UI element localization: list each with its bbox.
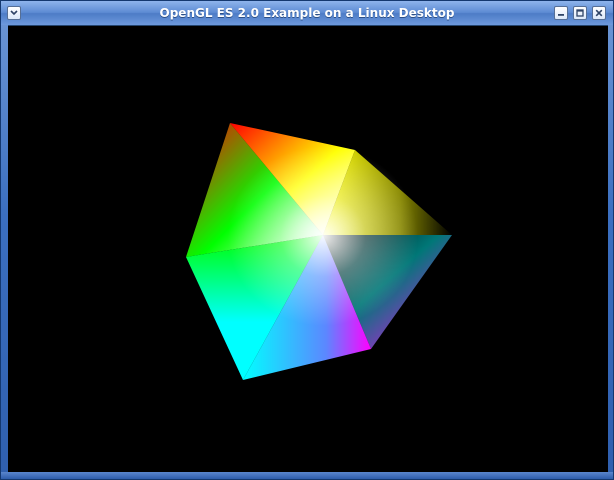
application-window: OpenGL ES 2.0 Example on a Linux Desktop	[0, 0, 614, 480]
close-icon	[595, 9, 603, 17]
close-button[interactable]	[592, 6, 606, 20]
cube-center-highlight	[228, 146, 418, 326]
minimize-icon	[558, 14, 564, 16]
window-titlebar[interactable]: OpenGL ES 2.0 Example on a Linux Desktop	[1, 1, 613, 25]
maximize-button[interactable]	[573, 6, 587, 20]
opengl-render-area[interactable]	[8, 25, 608, 473]
window-bottom-border[interactable]	[1, 472, 613, 479]
rgb-color-cube	[186, 123, 452, 380]
minimize-button[interactable]	[554, 6, 568, 20]
maximize-icon	[576, 9, 584, 17]
rgb-cube-scene	[186, 123, 452, 380]
window-title: OpenGL ES 2.0 Example on a Linux Desktop	[159, 6, 455, 20]
